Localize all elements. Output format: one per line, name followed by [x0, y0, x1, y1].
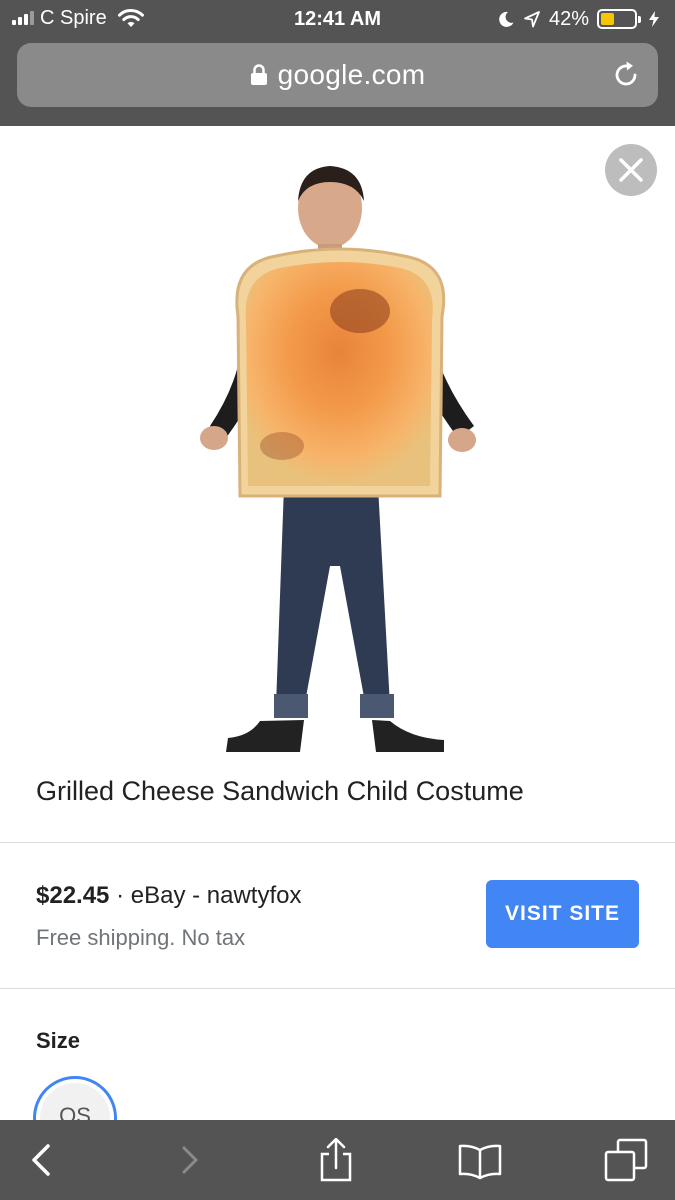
- share-icon: [320, 1138, 352, 1182]
- bookmarks-icon: [458, 1144, 502, 1180]
- safari-toolbar: [0, 1120, 675, 1200]
- reload-icon[interactable]: [610, 59, 642, 91]
- address-bar[interactable]: google.com: [17, 43, 658, 107]
- shipping-info: Free shipping. No tax: [36, 925, 246, 950]
- charging-bolt-icon: [649, 11, 659, 27]
- address-content: google.com: [17, 43, 658, 107]
- location-arrow-icon: [524, 11, 540, 28]
- status-bar: C Spire 12:41 AM 42%: [0, 0, 675, 38]
- product-panel: Grilled Cheese Sandwich Child Costume $2…: [0, 126, 675, 1120]
- size-option-label: OS: [59, 1103, 91, 1120]
- battery-icon: [597, 9, 641, 29]
- divider: [0, 988, 675, 989]
- size-heading: Size: [36, 1028, 81, 1053]
- tabs-button[interactable]: [598, 1132, 654, 1188]
- size-option-os[interactable]: OS: [33, 1076, 117, 1120]
- lock-icon: [250, 64, 267, 85]
- seller-name: eBay - nawtyfox: [130, 882, 302, 909]
- product-photo[interactable]: [190, 146, 490, 756]
- url-text: google.com: [277, 59, 426, 90]
- forward-icon: [182, 1146, 198, 1174]
- battery-percent: 42%: [548, 8, 589, 30]
- price-separator: ·: [109, 882, 131, 909]
- price-line: $22.45 · eBay - nawtyfox: [36, 882, 301, 910]
- price: $22.45: [36, 882, 110, 909]
- browser-chrome: C Spire 12:41 AM 42% google.com: [0, 0, 675, 126]
- product-title: Grilled Cheese Sandwich Child Costume: [36, 776, 524, 806]
- back-icon: [32, 1144, 50, 1176]
- battery-level: [601, 13, 615, 25]
- bookmarks-button[interactable]: [452, 1132, 508, 1188]
- status-right: 42%: [497, 7, 663, 31]
- moon-icon: [499, 11, 514, 27]
- back-button[interactable]: [12, 1132, 68, 1188]
- close-icon: [619, 158, 643, 182]
- forward-button[interactable]: [162, 1132, 218, 1188]
- visit-site-button[interactable]: VISIT SITE: [486, 880, 639, 948]
- close-button[interactable]: [605, 144, 657, 196]
- share-button[interactable]: [308, 1132, 364, 1188]
- tabs-icon: [604, 1138, 648, 1182]
- divider: [0, 842, 675, 843]
